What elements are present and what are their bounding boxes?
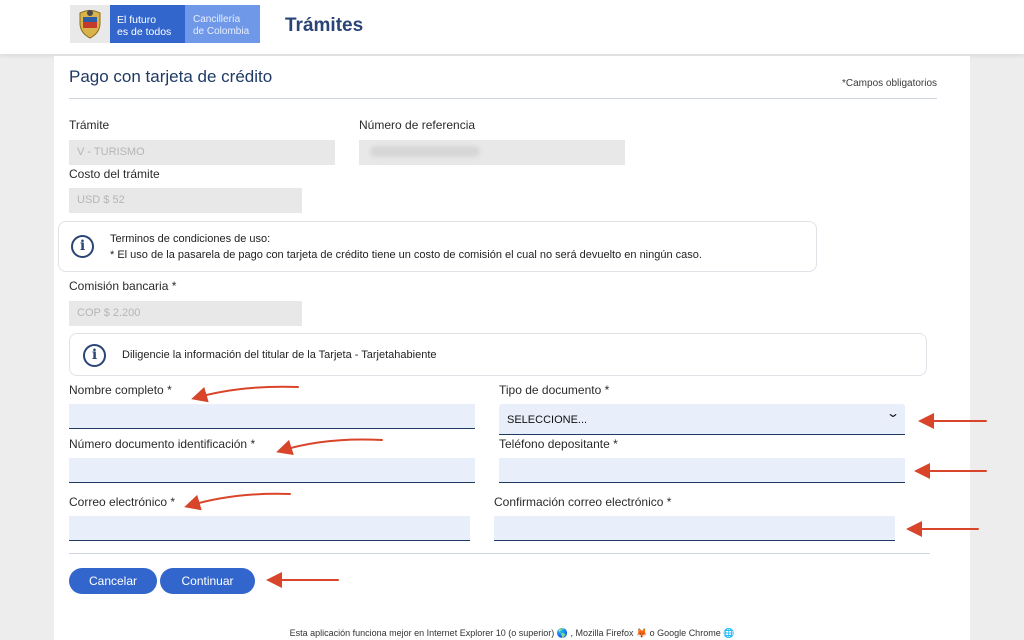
arrow-numero-doc [276,438,383,456]
browser-compat-note: Esta aplicación funciona mejor en Intern… [289,628,735,638]
arrow-nombre [191,385,299,403]
annotation-arrows [184,385,987,588]
arrow-correo [184,492,291,511]
